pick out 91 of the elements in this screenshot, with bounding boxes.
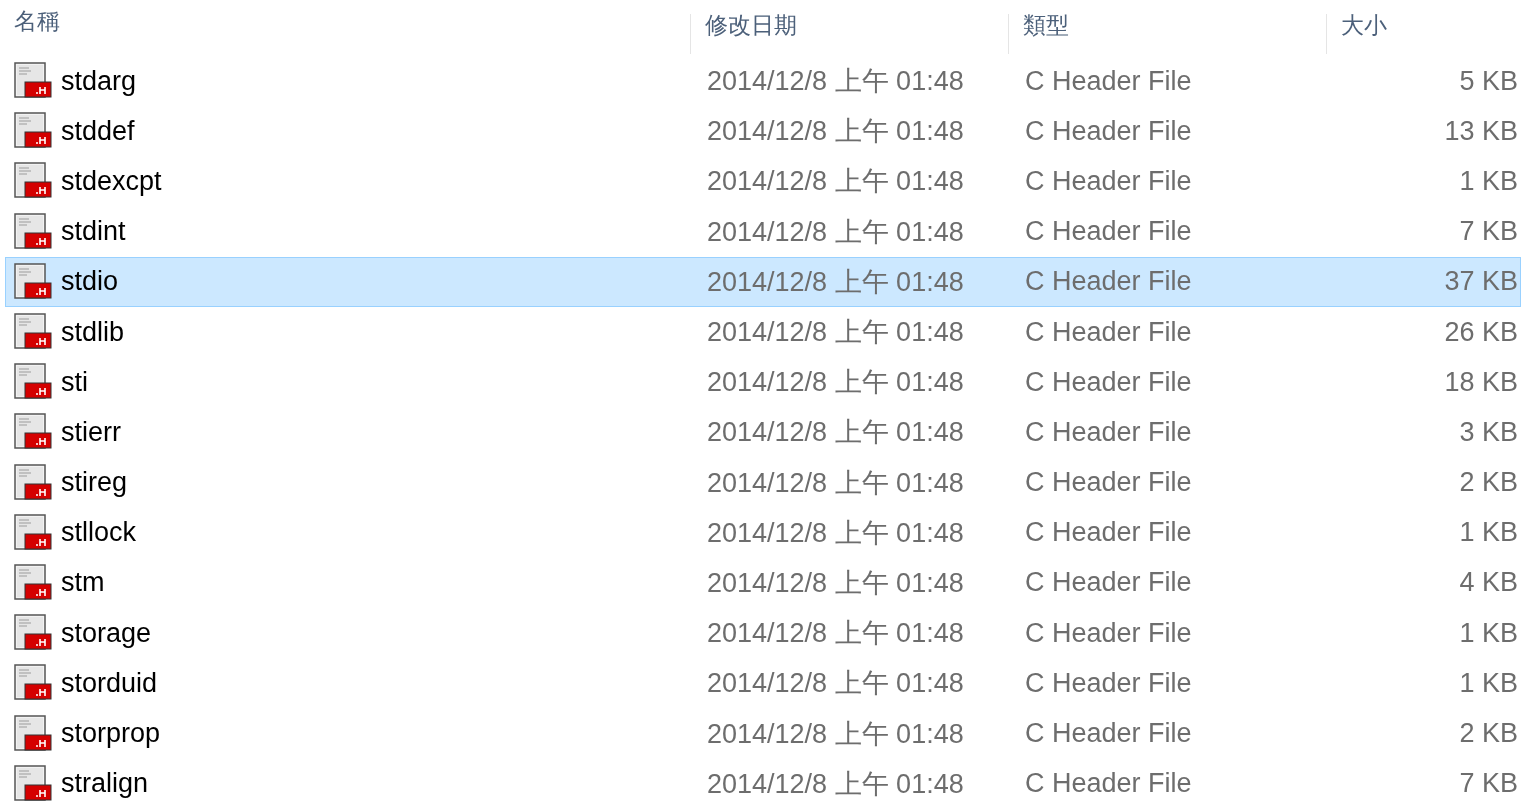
- header-file-icon: [14, 563, 52, 602]
- modified-date: 2014/12/8 上午 01:48: [706, 566, 965, 600]
- file-row[interactable]: storprop 2014/12/8 上午 01:48 C Header File 2 KB: [5, 708, 1521, 759]
- file-name: storprop: [61, 718, 161, 750]
- header-file-icon: [14, 614, 52, 653]
- file-size: 5 KB: [1458, 65, 1519, 97]
- file-row[interactable]: stm 2014/12/8 上午 01:48 C Header File 4 KB: [5, 557, 1521, 609]
- file-name: stdint: [61, 216, 126, 248]
- file-size: 2 KB: [1458, 718, 1519, 750]
- header-file-icon: [14, 513, 52, 552]
- file-name: stierr: [61, 416, 121, 448]
- file-type: C Header File: [1024, 467, 1193, 499]
- file-row[interactable]: stddef 2014/12/8 上午 01:48 C Header File 13 KB: [5, 106, 1521, 157]
- header-file-icon: [14, 413, 52, 452]
- file-name: stddef: [61, 115, 135, 147]
- file-name: stralign: [61, 768, 149, 800]
- file-type: C Header File: [1024, 65, 1193, 97]
- file-row[interactable]: stralign 2014/12/8 上午 01:48 C Header File 7 KB: [5, 758, 1521, 801]
- header-file-icon: [14, 212, 52, 251]
- file-name: stdarg: [61, 65, 137, 97]
- modified-date: 2014/12/8 上午 01:48: [706, 516, 965, 550]
- modified-date: 2014/12/8 上午 01:48: [706, 65, 965, 99]
- file-type: C Header File: [1024, 266, 1193, 298]
- file-size: 1 KB: [1458, 517, 1519, 549]
- modified-date: 2014/12/8 上午 01:48: [706, 416, 965, 450]
- file-type: C Header File: [1024, 165, 1193, 197]
- file-name: stdio: [61, 266, 119, 298]
- file-size: 1 KB: [1458, 165, 1519, 197]
- modified-date: 2014/12/8 上午 01:48: [706, 165, 965, 199]
- header-file-icon: [14, 262, 52, 301]
- file-type: C Header File: [1024, 366, 1193, 398]
- file-row[interactable]: storduid 2014/12/8 上午 01:48 C Header File 1 KB: [5, 658, 1521, 709]
- file-name: stdlib: [61, 316, 125, 348]
- file-name: stllock: [61, 517, 136, 549]
- modified-date: 2014/12/8 上午 01:48: [706, 667, 965, 701]
- file-type: C Header File: [1024, 316, 1193, 348]
- file-name: storduid: [61, 667, 158, 699]
- header-file-icon: [14, 664, 52, 703]
- file-size: 4 KB: [1458, 567, 1519, 599]
- file-row[interactable]: stdlib 2014/12/8 上午 01:48 C Header File 26 KB: [5, 306, 1521, 358]
- modified-date: 2014/12/8 上午 01:48: [706, 366, 965, 400]
- modified-date: 2014/12/8 上午 01:48: [706, 265, 965, 299]
- column-header[interactable]: 名稱: [0, 0, 690, 56]
- modified-date: 2014/12/8 上午 01:48: [706, 466, 965, 500]
- file-size: 7 KB: [1458, 768, 1519, 800]
- file-size: 1 KB: [1458, 617, 1519, 649]
- file-row[interactable]: stierr 2014/12/8 上午 01:48 C Header File 3 KB: [5, 407, 1521, 458]
- file-row[interactable]: stdint 2014/12/8 上午 01:48 C Header File 7 KB: [5, 206, 1521, 257]
- modified-date: 2014/12/8 上午 01:48: [706, 717, 965, 751]
- file-name: stm: [61, 567, 105, 599]
- file-type: C Header File: [1024, 115, 1193, 147]
- file-name: storage: [61, 617, 152, 649]
- file-row[interactable]: stdio 2014/12/8 上午 01:48 C Header File 37 KB: [5, 256, 1521, 307]
- file-type: C Header File: [1024, 667, 1193, 699]
- file-name: sti: [61, 366, 88, 398]
- file-name: stireg: [61, 467, 128, 499]
- header-file-icon: [14, 162, 52, 201]
- modified-date: 2014/12/8 上午 01:48: [706, 115, 965, 149]
- header-file-icon: [14, 463, 52, 502]
- file-size: 3 KB: [1458, 416, 1519, 448]
- header-file-icon: [14, 764, 52, 801]
- file-size: 18 KB: [1443, 366, 1519, 398]
- file-type: C Header File: [1024, 768, 1193, 800]
- header-file-icon: [14, 112, 52, 151]
- modified-date: 2014/12/8 上午 01:48: [706, 617, 965, 651]
- header-file-icon: [14, 714, 52, 753]
- modified-date: 2014/12/8 上午 01:48: [706, 767, 965, 801]
- file-size: 13 KB: [1443, 115, 1519, 147]
- file-type: C Header File: [1024, 517, 1193, 549]
- file-size: 1 KB: [1458, 667, 1519, 699]
- file-type: C Header File: [1024, 216, 1193, 248]
- file-type: C Header File: [1024, 567, 1193, 599]
- header-file-icon: [14, 313, 52, 352]
- file-size: 7 KB: [1458, 216, 1519, 248]
- file-row[interactable]: sti 2014/12/8 上午 01:48 C Header File 18 KB: [5, 357, 1521, 408]
- modified-date: 2014/12/8 上午 01:48: [706, 316, 965, 350]
- header-file-icon: [14, 363, 52, 402]
- file-size: 26 KB: [1443, 316, 1519, 348]
- file-row[interactable]: stireg 2014/12/8 上午 01:48 C Header File 2 KB: [5, 457, 1521, 508]
- file-name: stdexcpt: [61, 165, 162, 197]
- file-row[interactable]: stdexcpt 2014/12/8 上午 01:48 C Header File 1 KB: [5, 156, 1521, 207]
- file-row[interactable]: stllock 2014/12/8 上午 01:48 C Header File 1 KB: [5, 507, 1521, 558]
- file-type: C Header File: [1024, 617, 1193, 649]
- file-size: 2 KB: [1458, 467, 1519, 499]
- file-row[interactable]: stdarg 2014/12/8 上午 01:48 C Header File 5 KB: [5, 56, 1521, 107]
- file-row[interactable]: storage 2014/12/8 上午 01:48 C Header File 1 KB: [5, 608, 1521, 659]
- file-type: C Header File: [1024, 416, 1193, 448]
- header-file-icon: [14, 62, 52, 101]
- file-size: 37 KB: [1443, 266, 1519, 298]
- modified-date: 2014/12/8 上午 01:48: [706, 215, 965, 249]
- file-type: C Header File: [1024, 718, 1193, 750]
